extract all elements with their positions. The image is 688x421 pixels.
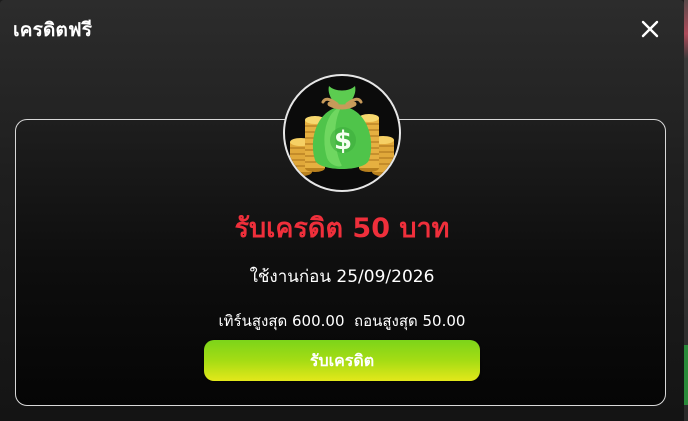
money-bag-icon: $ [290, 86, 394, 176]
free-credit-modal: เครดิตฟรี $ รับเครดิต 50 บาท ใช้งานก่อน … [0, 0, 684, 421]
money-bag-badge: $ [283, 74, 401, 192]
svg-text:$: $ [334, 126, 352, 156]
close-icon[interactable] [640, 19, 660, 39]
turnover-withdraw-limits: เทิร์นสูงสุด 600.00 ถอนสูงสุด 50.00 [218, 312, 466, 330]
claim-credit-button[interactable]: รับเครดิต [204, 340, 480, 381]
background-edge [684, 0, 688, 421]
credit-headline: รับเครดิต 50 บาท [234, 213, 450, 244]
modal-title: เครดิตฟรี [13, 19, 93, 41]
usage-deadline: ใช้งานก่อน 25/09/2026 [249, 267, 435, 287]
